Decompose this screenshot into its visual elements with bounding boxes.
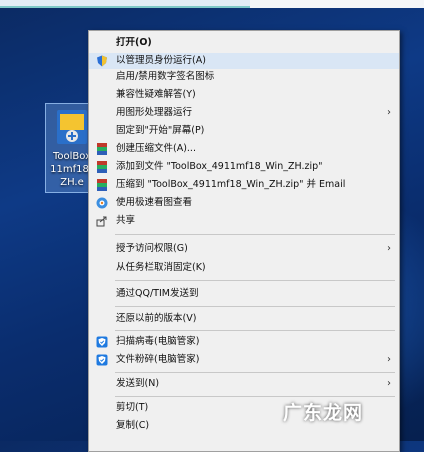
- menu-item-run-as-admin[interactable]: 以管理员身份运行(A): [89, 53, 399, 69]
- chevron-right-icon: ›: [387, 243, 391, 254]
- menu-item-scan-virus[interactable]: 扫描病毒(电脑管家): [89, 334, 399, 350]
- menu-item-grant-access[interactable]: 授予访问权限(G) ›: [89, 241, 399, 257]
- menu-item-shred-file[interactable]: 文件粉碎(电脑管家) ›: [89, 352, 399, 368]
- menu-separator: [115, 396, 395, 397]
- menu-item-fast-viewer[interactable]: 使用极速看图查看: [89, 195, 399, 211]
- menu-item-create-archive[interactable]: 创建压缩文件(A)...: [89, 141, 399, 157]
- top-tab: [0, 0, 250, 8]
- menu-item-label: 启用/禁用数字签名图标: [116, 71, 215, 82]
- shield-icon: [97, 55, 107, 67]
- menu-item-send-via-qq[interactable]: 通过QQ/TIM发送到: [89, 286, 399, 302]
- chevron-right-icon: ›: [387, 378, 391, 389]
- menu-item-pin-start[interactable]: 固定到"开始"屏幕(P): [89, 123, 399, 139]
- menu-item-label: 以管理员身份运行(A): [116, 55, 206, 66]
- menu-item-label: 添加到文件 "ToolBox_4911mf18_Win_ZH.zip": [116, 161, 323, 172]
- menu-item-send-to[interactable]: 发送到(N) ›: [89, 376, 399, 392]
- menu-item-restore-versions[interactable]: 还原以前的版本(V): [89, 311, 399, 327]
- menu-item-label: 从任务栏取消固定(K): [116, 262, 206, 273]
- context-menu: 打开(O) 以管理员身份运行(A) 启用/禁用数字签名图标 兼容性疑难解答(Y)…: [88, 30, 400, 452]
- menu-item-label: 扫描病毒(电脑管家): [116, 336, 200, 347]
- menu-item-label: 发送到(N): [116, 378, 160, 389]
- watermark: 广东龙网: [283, 402, 364, 424]
- winrar-icon: [97, 179, 107, 191]
- menu-item-add-to-zip[interactable]: 添加到文件 "ToolBox_4911mf18_Win_ZH.zip": [89, 159, 399, 175]
- winrar-icon: [97, 143, 107, 155]
- toolbox-app-icon: [57, 110, 87, 144]
- menu-item-label: 固定到"开始"屏幕(P): [116, 125, 205, 136]
- menu-item-share[interactable]: 共享: [89, 213, 399, 229]
- menu-item-label: 复制(C): [116, 420, 150, 431]
- menu-separator: [115, 280, 395, 281]
- menu-item-label: 创建压缩文件(A)...: [116, 143, 196, 154]
- menu-item-run-with-gpu[interactable]: 用图形处理器运行 ›: [89, 105, 399, 121]
- pc-manager-icon: [96, 336, 108, 348]
- menu-item-label: 压缩到 "ToolBox_4911mf18_Win_ZH.zip" 并 Emai…: [116, 179, 346, 190]
- menu-item-label: 兼容性疑难解答(Y): [116, 89, 196, 100]
- menu-item-label: 文件粉碎(电脑管家): [116, 354, 200, 365]
- menu-item-open[interactable]: 打开(O): [89, 35, 399, 51]
- menu-item-label: 用图形处理器运行: [116, 107, 193, 118]
- menu-item-label: 打开(O): [116, 37, 152, 48]
- winrar-icon: [97, 161, 107, 173]
- menu-item-label: 授予访问权限(G): [116, 243, 188, 254]
- pc-manager-icon: [96, 354, 108, 366]
- menu-item-label: 通过QQ/TIM发送到: [116, 288, 199, 299]
- menu-item-signature-icon[interactable]: 启用/禁用数字签名图标: [89, 69, 399, 85]
- menu-item-unpin-taskbar[interactable]: 从任务栏取消固定(K): [89, 260, 399, 276]
- menu-separator: [115, 330, 395, 331]
- photo-viewer-icon: [96, 197, 108, 209]
- menu-item-label: 共享: [116, 215, 136, 226]
- top-window-strip: [0, 0, 424, 8]
- menu-item-compatibility[interactable]: 兼容性疑难解答(Y): [89, 87, 399, 103]
- menu-item-label: 还原以前的版本(V): [116, 313, 197, 324]
- menu-item-label: 使用极速看图查看: [116, 197, 193, 208]
- menu-item-zip-and-email[interactable]: 压缩到 "ToolBox_4911mf18_Win_ZH.zip" 并 Emai…: [89, 177, 399, 193]
- chevron-right-icon: ›: [387, 354, 391, 365]
- menu-item-label: 剪切(T): [116, 402, 149, 413]
- menu-separator: [115, 372, 395, 373]
- chevron-right-icon: ›: [387, 107, 391, 118]
- menu-separator: [115, 234, 395, 235]
- share-icon: [96, 216, 107, 227]
- menu-separator: [115, 306, 395, 307]
